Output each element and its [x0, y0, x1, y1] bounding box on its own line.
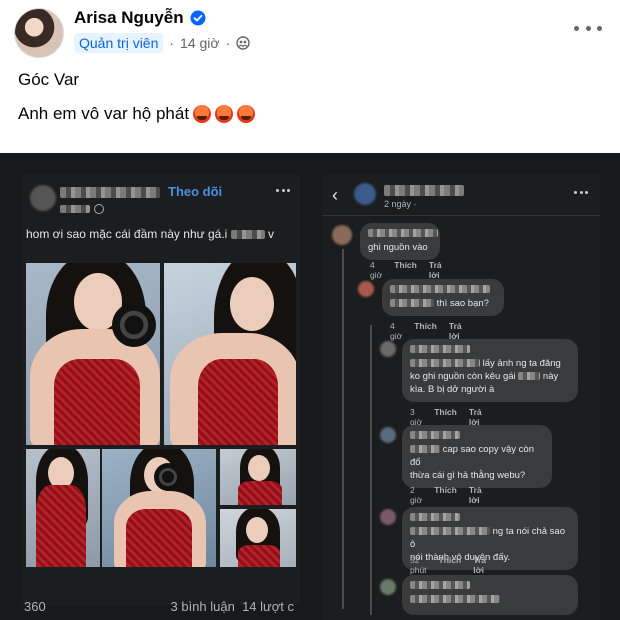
more-icon[interactable] [574, 18, 602, 38]
blurred-tag [410, 445, 440, 454]
photo-4 [102, 449, 216, 567]
separator: · [169, 35, 175, 51]
reply-link: Trả lời [468, 485, 482, 505]
separator: · [225, 35, 231, 51]
comment-time: 52 phút [410, 555, 427, 575]
thread-line [370, 325, 372, 615]
reaction-count: 360 [24, 599, 46, 614]
like-link: Thích [414, 321, 437, 331]
blurred-name [384, 185, 464, 196]
comment-share-count: 3 bình luận 14 lượt c [171, 599, 295, 614]
comment-time: 3 giờ [410, 407, 423, 427]
globe-icon [94, 204, 104, 214]
blurred-avatar [354, 183, 376, 205]
comment-text-b: ko ghi nguồn còn kêu gái [410, 371, 516, 382]
comment-avatar [358, 281, 374, 297]
reply-link: Trả lời [468, 407, 482, 427]
blurred-text [230, 230, 265, 240]
blurred-name [390, 285, 490, 293]
post-image[interactable]: Theo dõi hom ơi sao mặc cái đầm này như … [0, 153, 620, 620]
comment-time: 2 giờ [410, 485, 423, 505]
comment-text: thì sao bạn? [436, 298, 489, 309]
comment-avatar [380, 341, 396, 357]
photo-6 [220, 509, 296, 567]
blurred-avatar [30, 185, 56, 211]
post-text-line2-label: Anh em vô var hộ phát [18, 104, 190, 123]
comment-time: 4 giờ [370, 260, 383, 280]
post-text-line1: Góc Var [18, 70, 80, 89]
screenshot-time: 2 ngày · [384, 199, 417, 209]
comment-avatar [380, 579, 396, 595]
comment-bubble: thì sao bạn? [382, 279, 504, 316]
caption-end: v [268, 227, 275, 241]
comment-time: 4 giờ [390, 321, 403, 341]
like-link: Thích [434, 485, 457, 495]
like-link: Thích [394, 260, 417, 270]
reply-link: Trả lời [428, 260, 442, 280]
blurred-tag [518, 372, 541, 381]
avatar[interactable] [14, 8, 64, 58]
comment-text-c: này [542, 371, 559, 382]
right-screenshot: ‹ 2 ngày · ghi nguồn vào 4 giờ Thích Trả… [322, 175, 600, 620]
comment-avatar [380, 427, 396, 443]
photo-5 [220, 449, 296, 505]
author-line: Arisa Nguyễn [74, 8, 206, 28]
comment-bubble [402, 575, 578, 615]
post-time[interactable]: 14 giờ [180, 35, 220, 51]
blurred-name [410, 581, 470, 589]
angry-emoji-icon [215, 105, 234, 123]
post-meta: Quản trị viên · 14 giờ · [74, 33, 250, 53]
comment-bubble: ghi nguồn vào [360, 223, 440, 260]
blurred-time [60, 205, 90, 213]
comment-text: ghi nguồn vào [368, 242, 428, 253]
divider [322, 215, 600, 216]
blurred-name [60, 187, 160, 198]
blurred-tag [410, 595, 500, 604]
comment-text-b: thừa cái gì hả thằng webu? [410, 470, 526, 481]
screenshot-caption: hom ơi sao mặc cái đầm này như gá.i v [26, 227, 298, 241]
angry-emoji-icon [237, 105, 256, 123]
comment-actions: 52 phút Thích Trả lời [410, 555, 486, 575]
thread-line [342, 249, 344, 609]
left-screenshot: Theo dõi hom ơi sao mặc cái đầm này như … [22, 175, 300, 614]
reply-link: Trả lời [448, 321, 462, 341]
comment-actions: 3 giờ Thích Trả lời [410, 407, 482, 427]
comment-actions: 2 giờ Thích Trả lời [410, 485, 482, 505]
blurred-tag [390, 299, 434, 308]
verified-icon [190, 10, 206, 26]
follow-link: Theo dõi [168, 184, 223, 199]
role-badge[interactable]: Quản trị viên [74, 33, 164, 53]
reply-link: Trả lời [473, 555, 486, 575]
blurred-name [410, 431, 460, 439]
comment-actions: 4 giờ Thích Trả lời [390, 321, 462, 341]
blurred-tag [410, 527, 490, 536]
photo-2 [164, 263, 296, 445]
share-count: 14 lượt c [242, 599, 294, 614]
comment-bubble: cap sao copy vậy còn đổ thừa cái gì hả t… [402, 425, 552, 488]
comment-bubble: lấy ảnh ng ta đăng ko ghi nguồn còn kêu … [402, 339, 578, 402]
post-text-line2: Anh em vô var hộ phát [18, 104, 256, 124]
photo-3 [26, 449, 100, 567]
comment-text-a: lấy ảnh ng ta đăng [482, 358, 561, 369]
photo-1 [26, 263, 160, 445]
like-link: Thích [434, 407, 457, 417]
blurred-name [368, 229, 438, 237]
back-icon: ‹ [332, 185, 338, 205]
comment-actions: 4 giờ Thích Trả lời [370, 260, 442, 280]
more-icon [574, 191, 588, 195]
like-link: Thích [438, 555, 462, 565]
comment-count: 3 bình luận [170, 599, 235, 614]
comment-avatar [332, 225, 352, 245]
angry-emoji-icon [193, 105, 212, 123]
blurred-name [410, 345, 470, 353]
blurred-tag [410, 359, 480, 368]
comment-avatar [380, 509, 396, 525]
post-header: Arisa Nguyễn Quản trị viên · 14 giờ · [0, 0, 620, 60]
caption-start: hom ơi sao mặc cái đầm này như gá.i [26, 227, 228, 241]
author-name[interactable]: Arisa Nguyễn [74, 8, 184, 28]
comment-text-d: kìa. B bị dở người à [410, 384, 495, 395]
audience-friends-icon[interactable] [236, 36, 250, 50]
blurred-name [410, 513, 460, 521]
more-icon [276, 189, 290, 193]
